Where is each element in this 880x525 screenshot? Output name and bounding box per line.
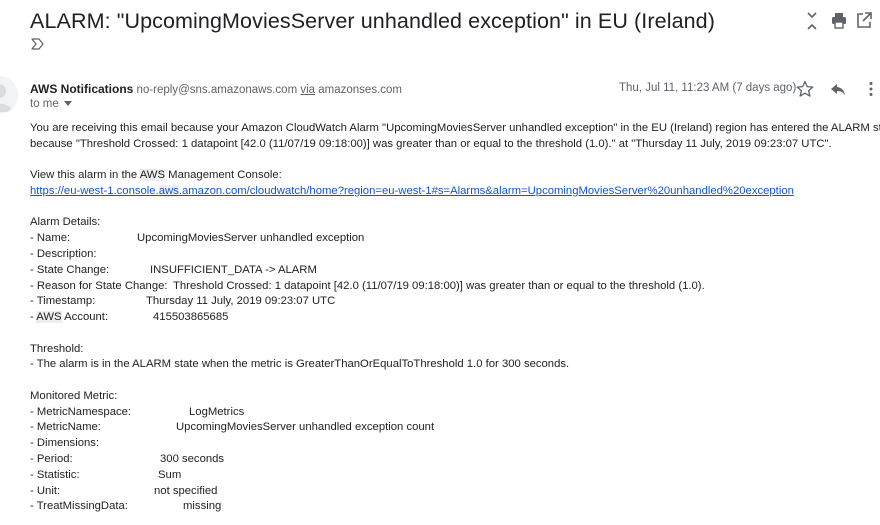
detail-description-row: - Description: — [30, 247, 875, 263]
detail-state-value: INSUFFICIENT_DATA -> ALARM — [150, 263, 317, 276]
via-domain: amazonses.com — [318, 84, 402, 96]
person-icon — [0, 84, 13, 112]
detail-reason-label: - Reason for State Change: — [30, 279, 168, 292]
detail-account-label: - AWS Account: — [30, 310, 153, 326]
metric-name-row: - MetricName: UpcomingMoviesServer unhand… — [30, 420, 875, 436]
detail-account-post: Account: — [61, 311, 109, 324]
detail-name-value: UpcomingMoviesServer unhandled exception — [137, 232, 365, 245]
alarm-details-heading: Alarm Details: — [30, 216, 101, 229]
detail-description-label: - Description: — [30, 247, 97, 260]
recipient-label: to me — [30, 98, 59, 110]
metric-unit-row: - Unit: not specified — [30, 484, 875, 500]
sender-line: AWS Notifications no-reply@sns.amazonaws… — [30, 82, 402, 96]
metric-treat-row: - TreatMissingData: missing — [30, 499, 875, 515]
console-aws: AWS — [139, 169, 166, 182]
print-icon[interactable] — [829, 10, 849, 32]
console-link-pre: https://eu-west-1.console. — [30, 184, 159, 197]
detail-name-label: - Name: — [30, 232, 71, 245]
detail-reason-row: - Reason for State Change: Threshold Cros… — [30, 279, 875, 295]
metric-dimensions-row: - Dimensions: — [30, 436, 875, 452]
metric-treat-label: - TreatMissingData: — [30, 500, 128, 513]
metric-name-label: - MetricName: — [30, 421, 101, 434]
detail-account-row: - AWS Account: 415503865685 — [30, 310, 875, 326]
metric-unit-label: - Unit: — [30, 484, 61, 497]
thread-actions — [790, 10, 880, 34]
message-date: Thu, Jul 11, 11:23 AM (7 days ago) — [619, 82, 797, 94]
detail-account-value: 415503865685 — [153, 311, 229, 324]
metric-treat-value: missing — [183, 500, 222, 513]
message-body: You are receiving this email because you… — [30, 121, 880, 515]
console-line: View this alarm in the AWS Management Co… — [30, 168, 875, 184]
console-link[interactable]: https://eu-west-1.console.aws.amazon.com… — [30, 184, 794, 197]
monitored-heading: Monitored Metric: — [30, 389, 118, 402]
console-text-post: Management Console: — [165, 169, 282, 182]
show-details-caret-icon[interactable] — [63, 101, 72, 107]
detail-timestamp-label: - Timestamp: — [30, 295, 96, 308]
detail-state-label: - State Change: — [30, 263, 110, 276]
sender-name[interactable]: AWS Notifications — [30, 82, 133, 96]
metric-statistic-value: Sum — [158, 468, 182, 481]
metric-period-value: 300 seconds — [160, 452, 225, 465]
detail-timestamp-value: Thursday 11 July, 2019 09:23:07 UTC — [146, 295, 336, 308]
metric-name-value: UpcomingMoviesServer unhandled exception… — [176, 421, 435, 434]
sender-email: no-reply@sns.amazonaws.com — [136, 84, 298, 96]
reply-icon[interactable] — [828, 80, 848, 98]
console-text-pre: View this alarm in the — [30, 169, 140, 182]
sender-avatar[interactable] — [0, 76, 18, 114]
console-link-post: .amazon.com/cloudwatch/home?region=eu-we… — [178, 184, 794, 197]
intro-line-1: You are receiving this email because you… — [30, 122, 880, 134]
metric-unit-value: not specified — [154, 484, 218, 497]
message-actions — [795, 80, 880, 98]
threshold-line: - The alarm is in the ALARM state when t… — [30, 358, 570, 371]
metric-period-row: - Period: 300 seconds — [30, 452, 875, 468]
detail-timestamp-row: - Timestamp: Thursday 11 July, 2019 09:23… — [30, 294, 875, 310]
email-subject: ALARM: "UpcomingMoviesServer unhandled e… — [30, 9, 715, 33]
metric-dimensions-label: - Dimensions: — [30, 437, 100, 450]
metric-statistic-row: - Statistic: Sum — [30, 468, 875, 484]
metric-namespace-value: LogMetrics — [189, 405, 245, 418]
intro-line-2: because "Threshold Crossed: 1 datapoint … — [30, 137, 832, 150]
metric-namespace-label: - MetricNamespace: — [30, 405, 132, 418]
detail-state-row: - State Change: INSUFFICIENT_DATA -> ALAR… — [30, 263, 875, 279]
more-vertical-icon[interactable] — [861, 80, 880, 98]
star-icon[interactable] — [795, 80, 815, 98]
detail-name-row: - Name: UpcomingMoviesServer unhandled ex… — [30, 231, 875, 247]
detail-account-aws: AWS — [36, 311, 62, 324]
metric-statistic-label: - Statistic: — [30, 468, 80, 481]
open-in-new-window-icon[interactable] — [854, 10, 874, 32]
threshold-heading: Threshold: — [30, 342, 84, 355]
important-marker-icon[interactable] — [31, 38, 45, 50]
metric-namespace-row: - MetricNamespace: LogMetrics — [30, 405, 875, 421]
via-link[interactable]: via — [300, 84, 315, 96]
console-link-row: https://eu-west-1.console.aws.amazon.com… — [30, 184, 875, 200]
detail-reason-value: Threshold Crossed: 1 datapoint [42.0 (11… — [173, 279, 705, 292]
metric-period-label: - Period: — [30, 452, 73, 465]
recipient-line: to me — [30, 98, 72, 110]
expand-collapse-icon[interactable] — [802, 10, 822, 32]
console-link-aws: aws — [158, 184, 179, 197]
